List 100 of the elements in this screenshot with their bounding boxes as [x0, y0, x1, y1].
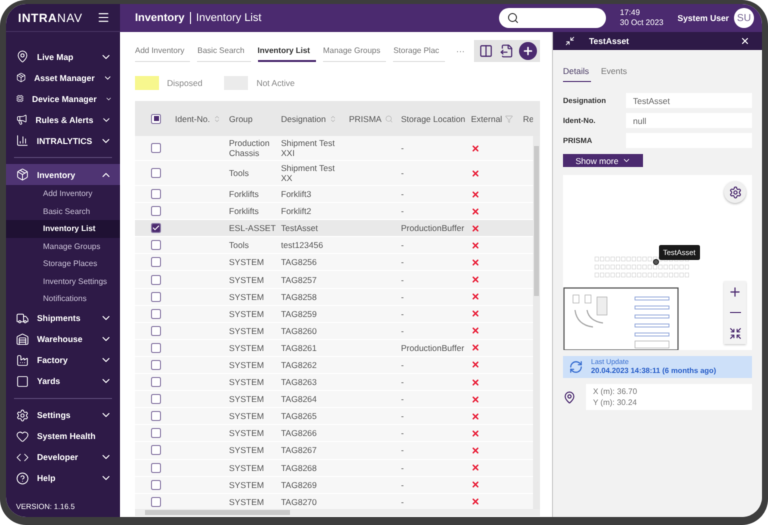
sidebar-item[interactable]: Developer	[6, 446, 120, 468]
row-checkbox[interactable]	[151, 189, 161, 200]
sidebar-item[interactable]: INTRALYTICS	[6, 130, 120, 151]
sidebar-item[interactable]: Warehouse	[6, 328, 120, 350]
sidebar-item[interactable]: Inventory	[6, 164, 120, 185]
row-checkbox[interactable]	[151, 257, 161, 268]
warehouse-icon	[16, 332, 29, 346]
column-header[interactable]: Ident-No.	[175, 114, 210, 124]
table-cell: -	[401, 394, 404, 404]
tab[interactable]: Storage Plac	[393, 40, 446, 62]
row-checkbox[interactable]	[151, 480, 161, 490]
row-checkbox[interactable]	[151, 342, 161, 353]
table-row[interactable]: Production Chassis Shipment Test XXI -	[135, 136, 533, 161]
row-checkbox[interactable]	[151, 428, 161, 438]
row-checkbox[interactable]	[151, 496, 161, 507]
row-checkbox[interactable]	[151, 274, 161, 285]
sidebar-item[interactable]: Yards	[6, 370, 120, 392]
tab[interactable]: Inventory List	[258, 40, 316, 62]
table-row[interactable]: ESL-ASSET TestAsset ProductionBuffer	[135, 220, 533, 238]
row-checkbox[interactable]	[151, 394, 161, 404]
table-row[interactable]: SYSTEM TAG8270 -	[135, 494, 533, 509]
sidebar-subitem[interactable]: Storage Places	[6, 255, 120, 272]
row-checkbox[interactable]	[151, 326, 161, 336]
sidebar-item[interactable]: Device Manager	[6, 88, 120, 109]
sidebar-item[interactable]: Factory	[6, 350, 120, 370]
row-checkbox[interactable]	[151, 240, 161, 250]
settings-button[interactable]	[724, 181, 746, 203]
menu-icon[interactable]	[97, 11, 110, 24]
sidebar-item[interactable]: Rules & Alerts	[6, 109, 120, 130]
map-pin-icon	[563, 390, 576, 404]
tab[interactable]: Manage Groups	[322, 40, 386, 62]
sidebar-subitem[interactable]: Manage Groups	[6, 238, 120, 255]
row-checkbox[interactable]	[151, 206, 161, 216]
table-row[interactable]: Forklifts Forklift3 -	[135, 186, 533, 204]
close-icon[interactable]	[740, 36, 750, 46]
sidebar-item[interactable]: Help	[6, 468, 120, 488]
panel-toggle-button[interactable]	[477, 42, 495, 60]
row-checkbox[interactable]	[151, 411, 161, 422]
sidebar-subitem[interactable]: Add Inventory	[6, 185, 120, 202]
tab[interactable]: Details	[563, 64, 591, 82]
column-header[interactable]: Group	[229, 114, 253, 124]
table-row[interactable]: SYSTEM TAG8265 -	[135, 408, 533, 426]
sidebar-subitem[interactable]: Basic Search	[6, 202, 120, 220]
sidebar-item[interactable]: Asset Manager	[6, 67, 120, 88]
row-checkbox[interactable]	[151, 168, 161, 178]
column-header[interactable]: Designation	[281, 114, 326, 124]
table-cell: ProductionBuffer	[401, 342, 464, 353]
tab[interactable]: Add Inventory	[135, 40, 190, 62]
table-row[interactable]: SYSTEM TAG8258 -	[135, 288, 533, 306]
asset-marker[interactable]	[653, 259, 659, 265]
table-cell: TestAsset	[281, 223, 318, 234]
row-checkbox[interactable]	[151, 292, 161, 302]
panel-title: TestAsset	[589, 36, 630, 46]
table-row[interactable]: SYSTEM TAG8257 -	[135, 271, 533, 289]
table-row[interactable]: SYSTEM TAG8267 -	[135, 442, 533, 460]
row-checkbox[interactable]	[151, 223, 161, 234]
row-checkbox[interactable]	[151, 462, 161, 473]
sidebar-item[interactable]: System Health	[6, 426, 120, 446]
table-row[interactable]: SYSTEM TAG8264 -	[135, 391, 533, 408]
more-tabs-button[interactable]: ···	[456, 46, 465, 56]
row-checkbox[interactable]	[151, 308, 161, 319]
table-row[interactable]: Tools Shipment Test XX -	[135, 161, 533, 186]
sidebar-item[interactable]: Live Map	[6, 46, 120, 67]
row-checkbox[interactable]	[151, 445, 161, 456]
refresh-icon[interactable]	[569, 360, 583, 374]
sidebar-subitem[interactable]: Notifications	[6, 290, 120, 308]
search-field[interactable]	[498, 8, 606, 28]
table-cell: SYSTEM	[229, 462, 264, 473]
input-field[interactable]: null	[626, 113, 752, 128]
column-header[interactable]: Storage Location	[401, 114, 466, 124]
table-row[interactable]: Forklifts Forklift2 -	[135, 203, 533, 220]
row-checkbox[interactable]	[151, 377, 161, 388]
tab[interactable]: Events	[600, 64, 629, 82]
table-row[interactable]: SYSTEM TAG8256 -	[135, 254, 533, 272]
sidebar-item[interactable]: Shipments	[6, 308, 120, 328]
add-button[interactable]	[519, 42, 537, 60]
select-all-checkbox[interactable]	[151, 114, 161, 124]
table-row[interactable]: SYSTEM TAG8261 ProductionBuffer	[135, 340, 533, 357]
tab[interactable]: Basic Search	[197, 40, 251, 62]
table-row[interactable]: SYSTEM TAG8263 -	[135, 374, 533, 392]
row-checkbox[interactable]	[151, 360, 161, 370]
sidebar-item[interactable]: Settings	[6, 404, 120, 426]
show-more-button[interactable]: Show more	[563, 154, 643, 167]
sidebar-subitem[interactable]: Inventory Settings	[6, 272, 120, 290]
sidebar-subitem[interactable]: Inventory List	[6, 220, 120, 238]
row-checkbox[interactable]	[151, 143, 161, 153]
column-header[interactable]: External	[471, 114, 502, 124]
table-cell: TAG8256	[281, 257, 317, 268]
input-field[interactable]: TestAsset	[626, 93, 752, 108]
table-row[interactable]: Tools test123456 -	[135, 237, 533, 254]
table-row[interactable]: SYSTEM TAG8268 -	[135, 460, 533, 477]
table-row[interactable]: SYSTEM TAG8259 -	[135, 306, 533, 323]
collapse-icon[interactable]	[565, 36, 575, 46]
table-row[interactable]: SYSTEM TAG8262 -	[135, 356, 533, 374]
column-header[interactable]: PRISMA	[349, 114, 382, 124]
user-avatar[interactable]: SU	[734, 8, 754, 28]
table-row[interactable]: SYSTEM TAG8269 -	[135, 476, 533, 494]
scrollbar[interactable]	[135, 509, 540, 516]
table-row[interactable]: SYSTEM TAG8266 -	[135, 425, 533, 442]
table-row[interactable]: SYSTEM TAG8260 -	[135, 322, 533, 340]
